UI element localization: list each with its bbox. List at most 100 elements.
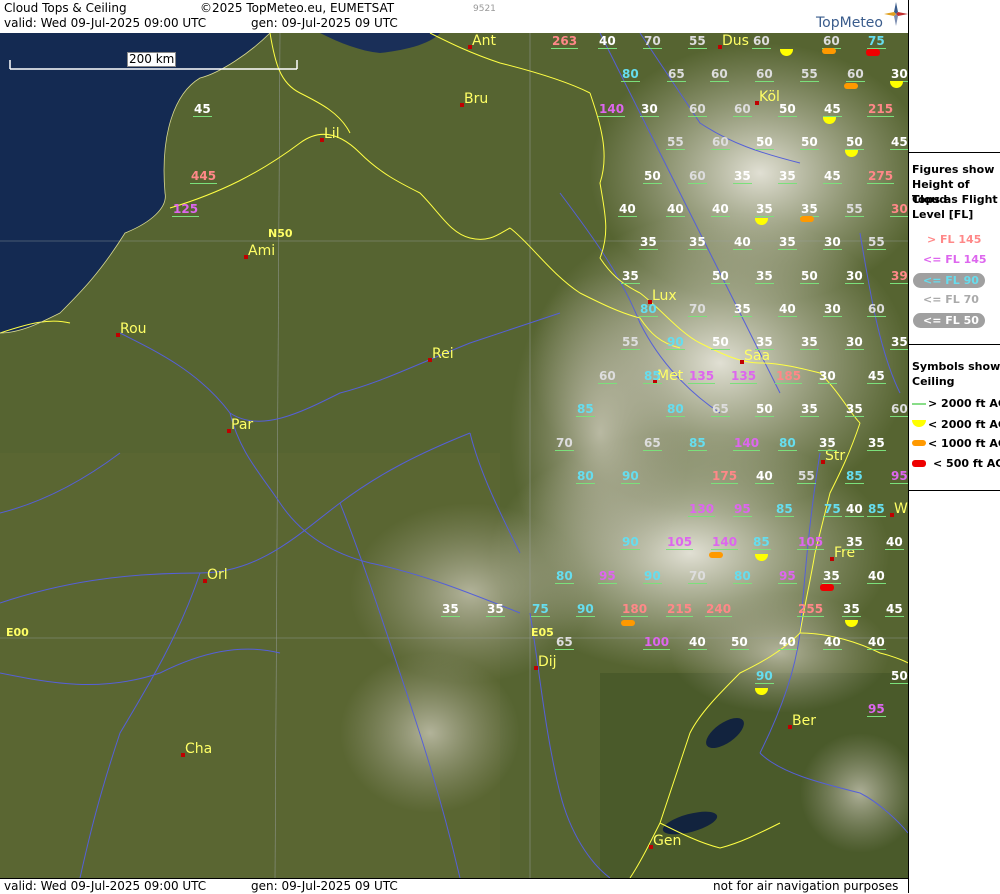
cloud-top-figure: 90	[643, 569, 662, 584]
cloud-top-figure: 70	[643, 34, 662, 49]
grid-label-n50: N50	[268, 227, 293, 240]
cloud-top-figure: 140	[598, 102, 626, 117]
cloud-top-figure: 75	[823, 502, 842, 517]
grid-label-e05: E05	[531, 626, 554, 639]
copyright: ©2025 TopMeteo.eu, EUMETSAT	[200, 1, 395, 15]
cloud-top-figure: 60	[688, 102, 707, 117]
cloud-top-figure: 90	[621, 535, 640, 550]
city-label: Bru	[464, 91, 489, 107]
figures-legend-title-4: Level [FL]	[912, 208, 974, 221]
cloud-top-figure: 40	[845, 502, 864, 517]
cloud-top-figure: 105	[666, 535, 694, 550]
compass-rose-icon	[884, 2, 908, 26]
cloud-top-figure: 60	[710, 67, 729, 82]
cloud-top-figure: 40	[867, 635, 886, 650]
cloud-top-figure: 30	[640, 102, 659, 117]
cloud-top-figure: 40	[618, 202, 637, 217]
city-label: Gen	[653, 833, 682, 849]
cloud-top-figure: 40	[598, 34, 617, 49]
cloud-top-figure: 35	[733, 302, 752, 317]
cloud-top-figure: 80	[576, 469, 595, 484]
cloud-top-figure: 85	[752, 535, 771, 550]
cloud-top-figure: 35	[733, 169, 752, 184]
cloud-top-figure: 40	[885, 535, 904, 550]
cloud-top-figure: 30	[818, 369, 837, 384]
ceiling-1000-icon	[912, 440, 926, 446]
cloud-top-figure: 140	[733, 436, 761, 451]
legend-fl-le70: <= FL 70	[923, 293, 979, 306]
ceiling-2000-icon	[912, 420, 926, 427]
cloud-top-figure: 90	[755, 669, 774, 684]
gen-time: gen: 09-Jul-2025 09 UTC	[251, 16, 398, 30]
cloud-top-figure: 80	[639, 302, 658, 317]
cloud-top-figure: 30	[823, 302, 842, 317]
cloud-top-figure: 35	[845, 535, 864, 550]
cloud-top-figure: 60	[846, 67, 865, 82]
ceiling-1000-symbol	[621, 620, 635, 626]
cloud-top-figure: 90	[576, 602, 595, 617]
cloud-top-figure: 45	[867, 369, 886, 384]
cloud-top-figure: 35	[778, 169, 797, 184]
cloud-top-figure: 40	[867, 569, 886, 584]
cloud-top-figure: 215	[666, 602, 694, 617]
cloud-top-figure: 50	[845, 135, 864, 150]
cloud-top-figure: 85	[643, 369, 662, 384]
cloud-top-figure: 40	[711, 202, 730, 217]
legend-fl-le145: <= FL 145	[923, 253, 987, 266]
cloud-top-figure: 40	[778, 635, 797, 650]
cloud-top-figure: 185	[775, 369, 803, 384]
cloud-top-figure: 390	[890, 270, 908, 284]
cloud-top-figure: 35	[867, 436, 886, 451]
map-id: 9521	[473, 4, 496, 14]
legend-ceiling-lt2000: < 2000 ft AGL	[928, 418, 1000, 431]
cloud-top-figure: 50	[711, 335, 730, 350]
cloud-top-figure: 60	[752, 34, 771, 49]
ceiling-1000-symbol	[709, 552, 723, 558]
cloud-top-figure: 35	[441, 602, 460, 617]
cloud-top-figure: 35	[755, 269, 774, 284]
legend-ceiling-lt500: < 500 ft AGL	[933, 457, 1000, 470]
cloud-top-figure: 40	[755, 469, 774, 484]
cloud-top-figure: 35	[842, 602, 861, 617]
city-label: Saa	[744, 348, 771, 364]
cloud-top-figure: 30	[890, 67, 908, 82]
cloud-top-figure: 240	[705, 602, 733, 617]
cloud-top-figure: 30	[845, 269, 864, 284]
footer-disclaimer: not for air navigation purposes	[713, 879, 899, 893]
cloud-top-figure: 45	[823, 102, 842, 117]
legend-fl-le50: <= FL 50	[923, 314, 979, 327]
cloud-top-figure: 60	[688, 169, 707, 184]
cloud-top-figure: 263	[551, 34, 579, 49]
cloud-top-figure: 95	[778, 569, 797, 584]
satellite-map: 200 km N50 E00 E05 Ant Dus Bru Köl Lil Ami Lux…	[0, 33, 908, 878]
cloud-top-figure: 275	[867, 169, 895, 184]
cloud-top-figure: 80	[666, 402, 685, 417]
cloud-top-figure: 50	[800, 135, 819, 150]
cloud-top-figure: 60	[890, 402, 908, 417]
cloud-top-figure: 40	[778, 302, 797, 317]
cloud-top-figure: 80	[778, 436, 797, 451]
cloud-top-figure: 75	[531, 602, 550, 617]
valid-time: valid: Wed 09-Jul-2025 09:00 UTC	[4, 16, 207, 30]
cloud-top-figure: 35	[755, 335, 774, 350]
cloud-top-figure: 35	[818, 436, 837, 451]
cloud-top-figure: 55	[688, 34, 707, 49]
cloud-top-figure: 40	[688, 635, 707, 650]
cloud-top-figure: 60	[598, 369, 617, 384]
cloud-top-figure: 175	[711, 469, 739, 484]
symbols-legend-title-2: Ceiling	[912, 375, 955, 388]
cloud-top-figure: 70	[688, 302, 707, 317]
city-label: W	[894, 501, 908, 517]
cloud-top-figure: 35	[890, 335, 908, 350]
cloud-top-figure: 90	[621, 469, 640, 484]
cloud-top-figure: 95	[867, 702, 886, 717]
legend-panel: Figures show Height of Cloud Tops as Fli…	[908, 0, 1000, 893]
city-label: Dij	[538, 654, 557, 670]
city-label: Dus	[722, 33, 749, 49]
cloud-top-figure: 180	[621, 602, 649, 617]
legend-ceiling-lt1000: < 1000 ft AGL	[928, 437, 1000, 450]
city-label: Ami	[248, 243, 276, 259]
ceiling-500-symbol	[820, 584, 834, 591]
cloud-top-figure: 95	[890, 469, 908, 484]
map-title: Cloud Tops & Ceiling	[4, 1, 127, 15]
